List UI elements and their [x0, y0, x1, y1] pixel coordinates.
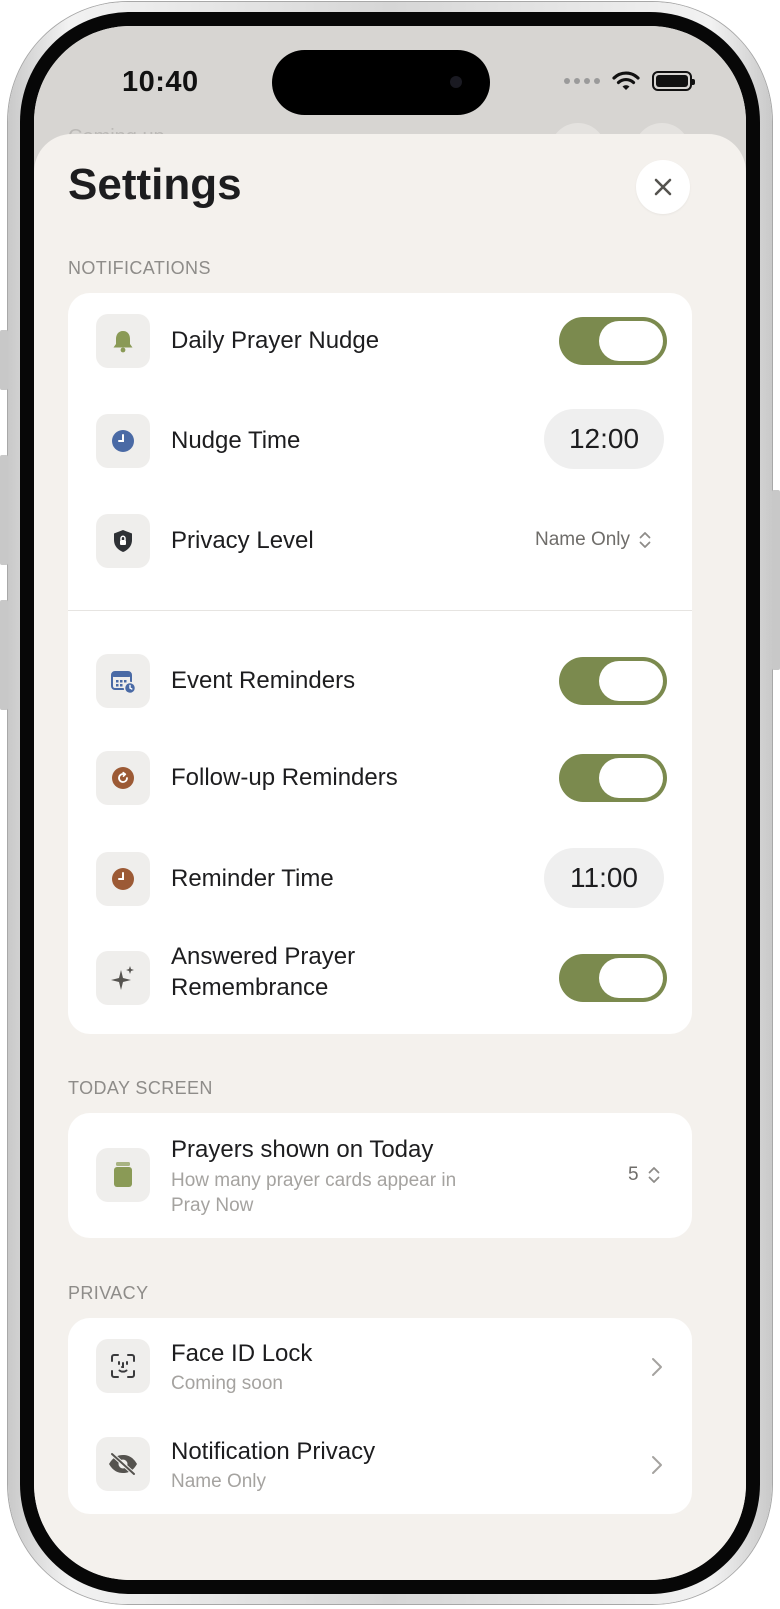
setting-label-line-2: Remembrance — [171, 974, 329, 1001]
setting-row-follow-up-reminders: Follow-up Reminders — [68, 730, 692, 827]
setting-label: Privacy Level — [171, 527, 314, 554]
prayers-count-picker[interactable]: 5 — [628, 1164, 661, 1186]
status-time: 10:40 — [122, 66, 199, 98]
setting-row-privacy-level: Privacy Level Name Only — [68, 490, 692, 590]
setting-row-daily-prayer-nudge: Daily Prayer Nudge — [68, 293, 692, 390]
status-icons — [564, 70, 695, 92]
battery-icon — [652, 71, 695, 91]
answered-prayer-remembrance-toggle[interactable] — [559, 954, 667, 1002]
setting-label: Follow-up Reminders — [171, 764, 398, 791]
section-header-notifications: NOTIFICATIONS — [68, 258, 211, 278]
setting-label: Event Reminders — [171, 667, 356, 694]
shield-icon — [96, 514, 150, 568]
setting-label: Nudge Time — [171, 427, 301, 454]
close-icon — [654, 178, 672, 196]
setting-subtitle: Coming soon — [171, 1373, 283, 1394]
setting-subtitle: Name Only — [171, 1471, 267, 1492]
close-button[interactable] — [636, 160, 690, 214]
stack-icon — [96, 1148, 150, 1202]
eye-slash-icon — [96, 1437, 150, 1491]
picker-value: Name Only — [535, 529, 631, 550]
device-volume-down — [0, 600, 8, 710]
setting-label: Reminder Time — [171, 865, 334, 892]
bell-icon — [96, 314, 150, 368]
setting-row-nudge-time: Nudge Time 12:00 — [68, 390, 692, 490]
privacy-level-picker[interactable]: Name Only — [535, 529, 652, 551]
setting-row-answered-prayer-remembrance: Answered Prayer Remembrance — [68, 931, 692, 1034]
chevron-up-down-icon — [648, 1167, 659, 1183]
daily-prayer-nudge-toggle[interactable] — [559, 317, 667, 365]
setting-row-event-reminders: Event Reminders — [68, 633, 692, 730]
page-title: Settings — [68, 160, 242, 209]
follow-up-reminders-toggle[interactable] — [559, 754, 667, 802]
screen: Coming up... 10:40 Settings NOTIFICATION… — [34, 26, 746, 1580]
section-header-privacy: PRIVACY — [68, 1283, 149, 1303]
clock-icon — [96, 852, 150, 906]
chevron-right-icon — [652, 1358, 662, 1376]
event-reminders-toggle[interactable] — [559, 657, 667, 705]
chevron-up-down-icon — [639, 532, 651, 548]
chevron-right-icon — [652, 1456, 662, 1474]
dynamic-island — [272, 50, 490, 115]
setting-label-line-1: Answered Prayer — [171, 943, 356, 970]
setting-row-face-id-lock[interactable]: Face ID Lock Coming soon — [68, 1318, 692, 1416]
clock-icon — [96, 414, 150, 468]
today-screen-card: Prayers shown on Today How many prayer c… — [68, 1113, 692, 1238]
faceid-icon — [96, 1339, 150, 1393]
setting-label: Prayers shown on Today — [171, 1136, 434, 1163]
cellular-signal-icon — [564, 78, 600, 84]
setting-row-prayers-shown: Prayers shown on Today How many prayer c… — [68, 1113, 692, 1238]
setting-description-line-2: Pray Now — [171, 1195, 254, 1216]
calendar-icon — [96, 654, 150, 708]
refresh-icon — [96, 751, 150, 805]
settings-sheet: Settings NOTIFICATIONS Daily Prayer Nudg… — [34, 134, 746, 1580]
nudge-time-picker[interactable]: 12:00 — [544, 409, 664, 469]
notifications-card: Daily Prayer Nudge Nudge Time 12:00 Priv… — [68, 293, 692, 1034]
picker-value: 5 — [628, 1164, 639, 1185]
divider — [68, 610, 692, 611]
setting-label: Face ID Lock — [171, 1340, 313, 1367]
setting-description-line-1: How many prayer cards appear in — [171, 1170, 457, 1191]
device-side-button — [0, 330, 8, 390]
privacy-card: Face ID Lock Coming soon Notification Pr… — [68, 1318, 692, 1514]
device-volume-up — [0, 455, 8, 565]
setting-label: Notification Privacy — [171, 1438, 376, 1465]
device-power-button — [772, 490, 780, 670]
setting-row-notification-privacy[interactable]: Notification Privacy Name Only — [68, 1416, 692, 1514]
wifi-icon — [612, 71, 640, 90]
section-header-today-screen: TODAY SCREEN — [68, 1078, 213, 1098]
sparkles-icon — [96, 951, 150, 1005]
setting-label: Daily Prayer Nudge — [171, 327, 380, 354]
setting-row-reminder-time: Reminder Time 11:00 — [68, 827, 692, 931]
reminder-time-picker[interactable]: 11:00 — [544, 848, 664, 908]
